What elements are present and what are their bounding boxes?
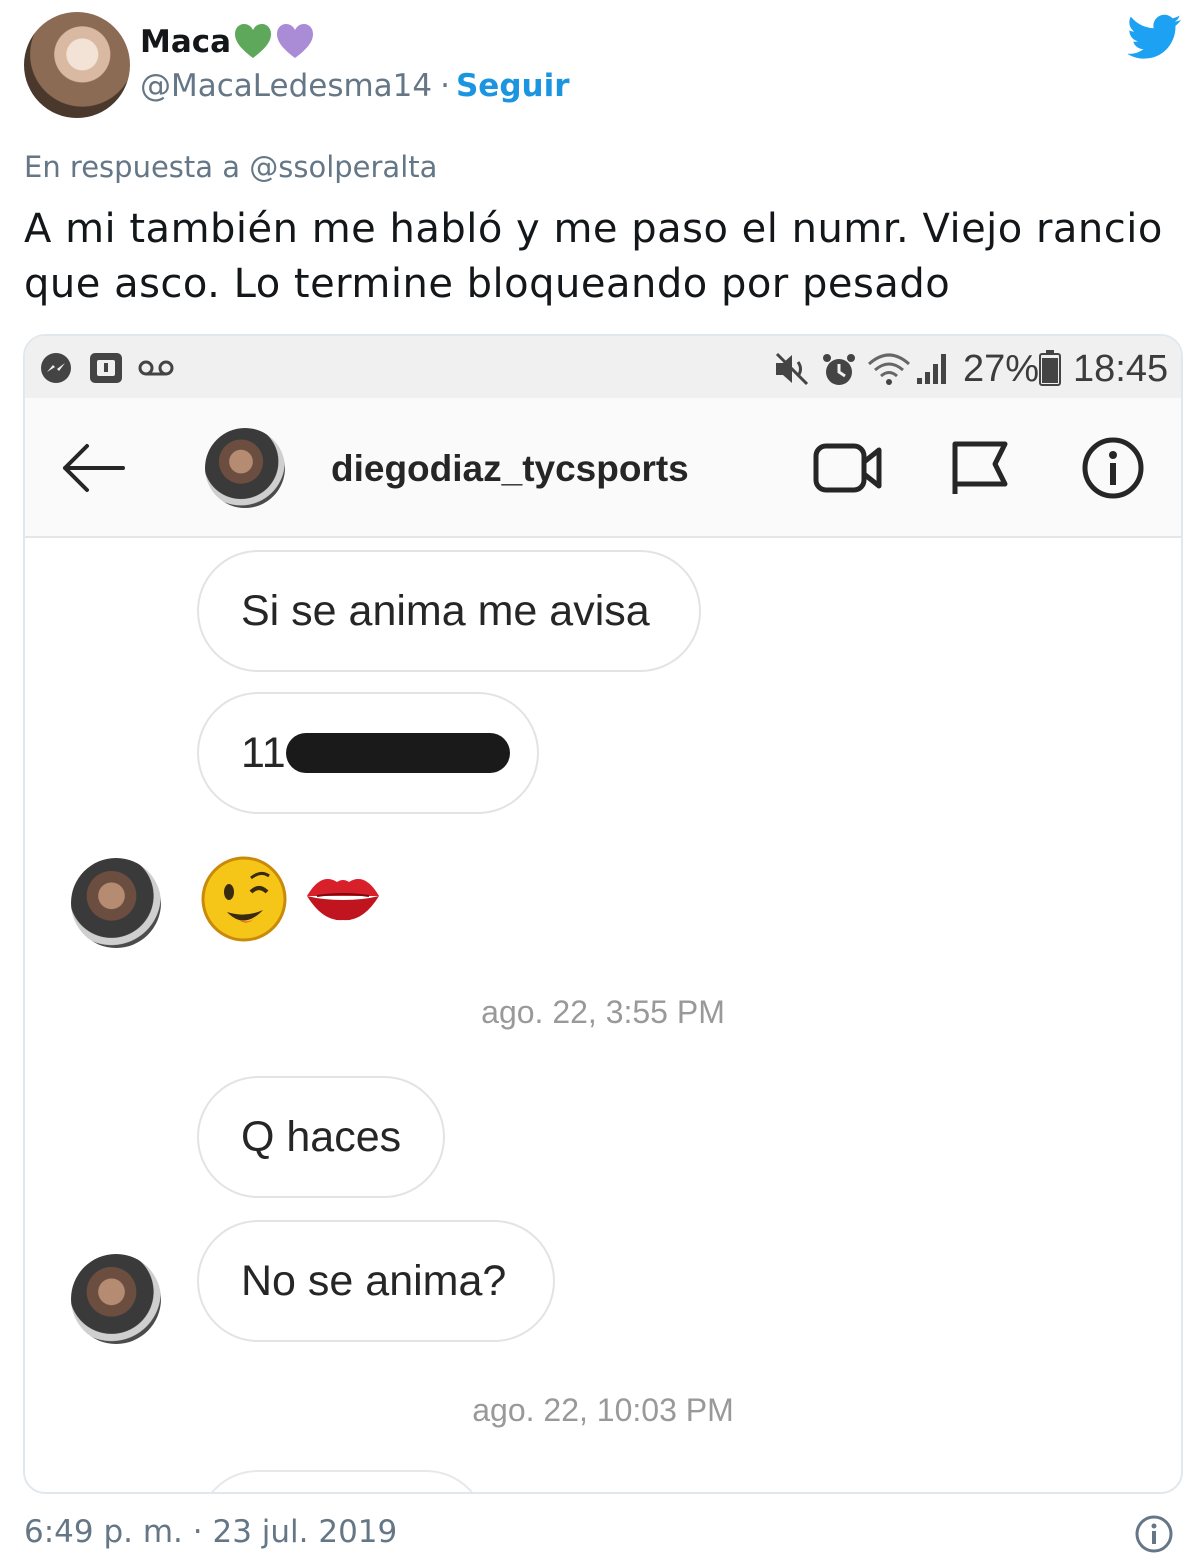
message-bubble-partial[interactable] <box>197 1470 487 1492</box>
message-bubble[interactable]: Q haces <box>197 1076 445 1198</box>
contact-username[interactable]: diegodiaz_tycsports <box>331 448 689 490</box>
signal-icon <box>917 354 946 384</box>
flag-icon[interactable] <box>949 438 1009 498</box>
contact-avatar[interactable] <box>205 428 285 508</box>
info-icon[interactable] <box>1134 1514 1174 1554</box>
dm-header: diegodiaz_tycsports <box>25 398 1181 538</box>
kiss-lips-icon <box>307 879 379 921</box>
tweet-timestamp[interactable]: 6:49 p. m. · 23 jul. 2019 <box>24 1514 397 1550</box>
message-text: Q haces <box>241 1112 402 1161</box>
green-heart-icon <box>235 24 272 58</box>
mute-icon <box>775 352 809 386</box>
battery-icon <box>1039 350 1061 386</box>
message-bubble[interactable]: 11 <box>197 692 539 814</box>
author-avatar[interactable] <box>24 12 130 118</box>
voicemail-icon <box>138 360 174 376</box>
battery-percent: 27% <box>963 348 1040 390</box>
notification-icon <box>90 353 122 383</box>
wifi-icon <box>867 353 911 385</box>
message-text: 11 <box>241 728 286 777</box>
contact-avatar[interactable] <box>71 858 161 948</box>
phone-status-bar: 27% 18:45 <box>25 336 1181 398</box>
message-bubble[interactable]: No se anima? <box>197 1220 555 1342</box>
video-call-icon[interactable] <box>813 440 883 496</box>
message-text: Si se anima me avisa <box>241 586 650 635</box>
attached-screenshot[interactable]: 27% 18:45 diegodiaz_tycsports Si se anim… <box>23 334 1183 1494</box>
redaction-bar <box>285 733 510 773</box>
message-bubble[interactable]: Si se anima me avisa <box>197 550 701 672</box>
contact-avatar[interactable] <box>71 1254 161 1344</box>
separator-dot: · <box>440 68 450 104</box>
reply-to-label[interactable]: En respuesta a @ssolperalta <box>24 150 437 184</box>
tweet-text: A mi también me habló y me paso el numr.… <box>24 206 1163 307</box>
wink-emoji-icon <box>201 856 287 942</box>
author-handle-row: @MacaLedesma14 · Seguir <box>140 68 570 104</box>
status-time: 18:45 <box>1073 348 1169 390</box>
author-name[interactable]: Maca <box>140 24 231 60</box>
follow-button[interactable]: Seguir <box>456 68 570 104</box>
messenger-icon <box>41 353 71 383</box>
twitter-bird-icon[interactable] <box>1128 14 1182 60</box>
message-timestamp: ago. 22, 3:55 PM <box>481 994 725 1030</box>
info-icon[interactable] <box>1081 436 1145 500</box>
back-arrow-icon[interactable] <box>59 440 127 496</box>
purple-heart-icon <box>277 24 314 58</box>
author-handle[interactable]: @MacaLedesma14 <box>140 68 432 104</box>
message-timestamp: ago. 22, 10:03 PM <box>472 1392 734 1428</box>
alarm-icon <box>823 354 855 385</box>
author-name-row: Maca <box>140 22 315 62</box>
message-text: No se anima? <box>241 1256 507 1305</box>
